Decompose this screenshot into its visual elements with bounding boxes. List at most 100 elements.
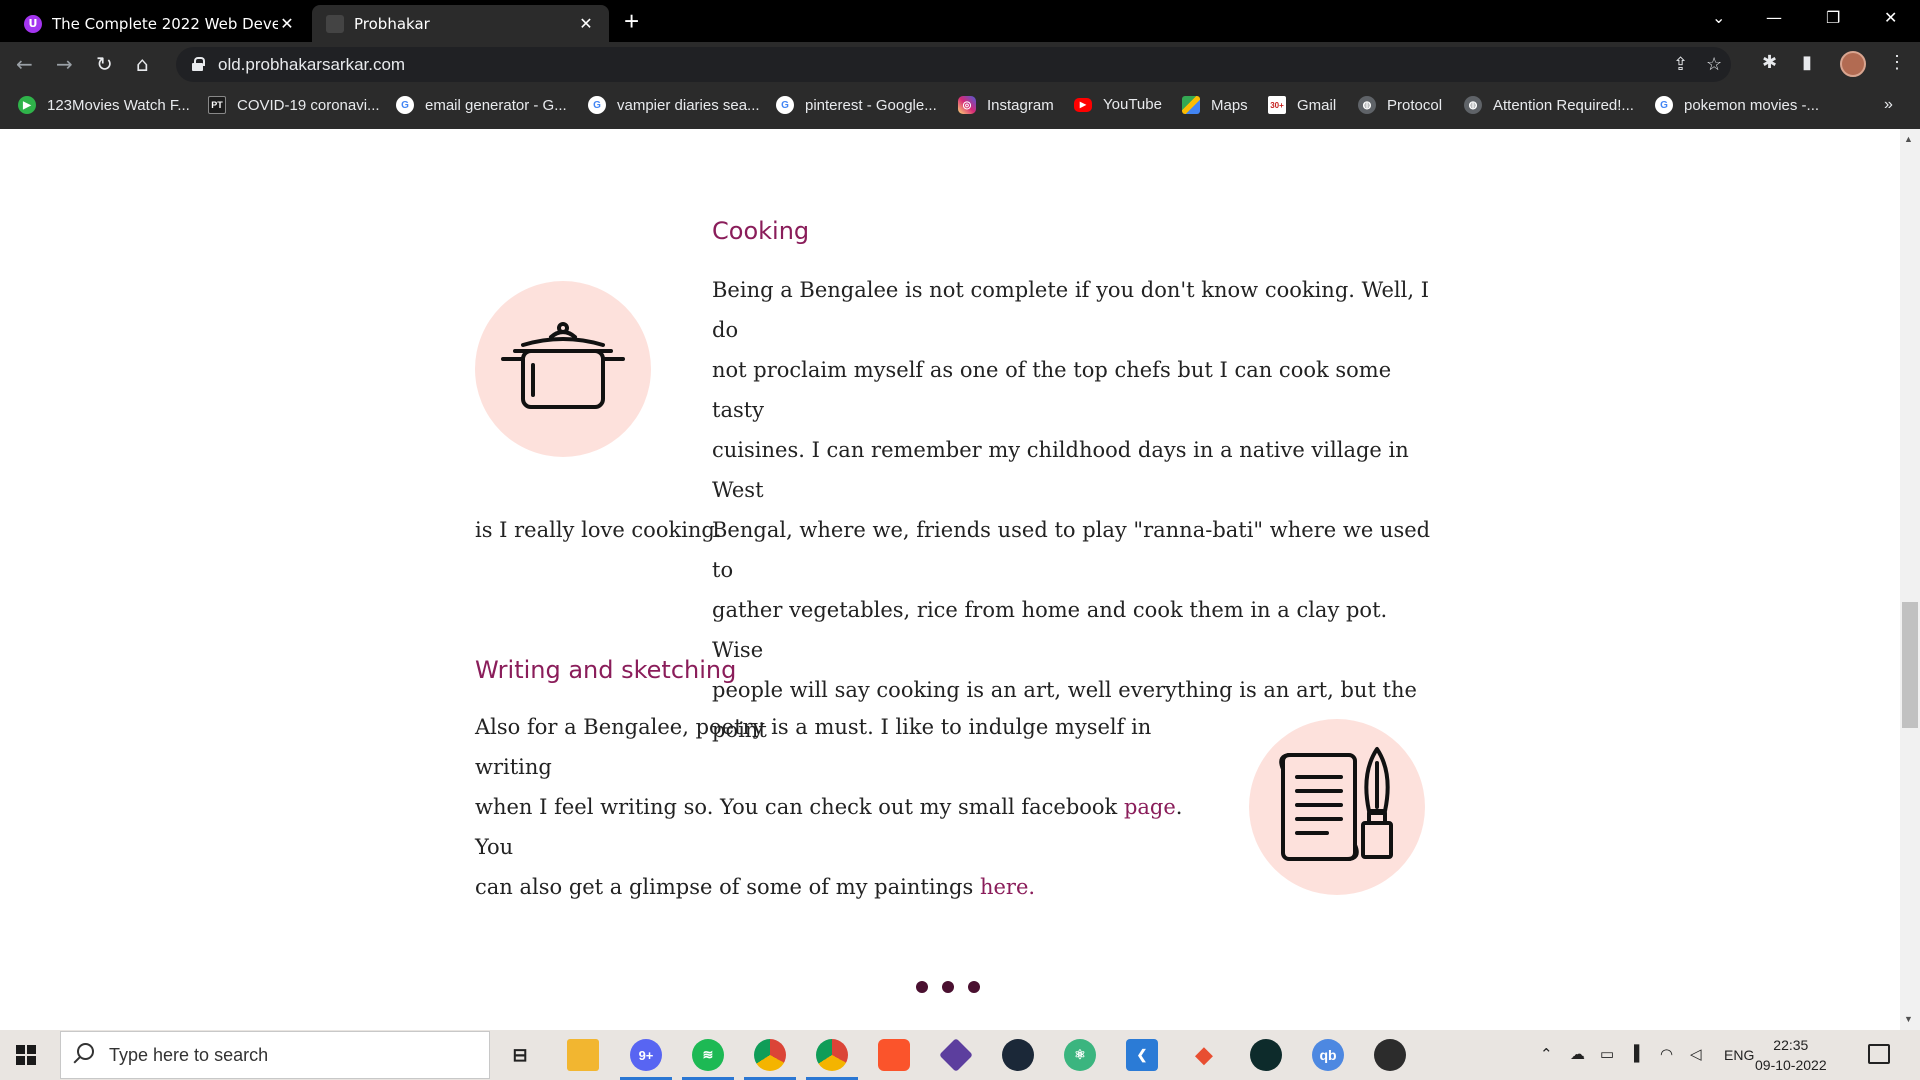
line-text: can also get a glimpse of some of my pai…: [475, 875, 980, 899]
google-icon: G: [776, 96, 794, 114]
clock[interactable]: 22:35 09-10-2022: [1755, 1035, 1827, 1075]
lock-icon[interactable]: [192, 57, 205, 71]
bookmark-item[interactable]: ◍ Attention Required!...: [1464, 96, 1634, 114]
bookmark-item[interactable]: G email generator - G...: [396, 96, 567, 114]
chrome-icon[interactable]: [816, 1039, 848, 1071]
microphone-icon[interactable]: ▌: [1634, 1045, 1645, 1062]
bookmark-item[interactable]: Maps: [1182, 96, 1248, 114]
bookmark-label: YouTube: [1103, 96, 1162, 113]
qbittorrent-icon[interactable]: qb: [1312, 1039, 1344, 1071]
spotify-icon[interactable]: ≋: [692, 1039, 724, 1071]
loading-dots: [916, 981, 980, 993]
maps-icon: [1182, 96, 1200, 114]
task-view-icon[interactable]: ⊟: [504, 1039, 536, 1071]
udemy-icon: U: [24, 14, 42, 33]
gmail-icon: 30+: [1268, 96, 1286, 114]
chevron-up-icon[interactable]: ⌃: [1540, 1045, 1553, 1063]
onedrive-icon[interactable]: ☁: [1570, 1045, 1585, 1063]
home-icon[interactable]: ⌂: [136, 52, 149, 76]
battery-icon[interactable]: ▭: [1600, 1045, 1614, 1063]
brave-icon[interactable]: [878, 1039, 910, 1071]
side-panel-icon[interactable]: ▮: [1802, 52, 1812, 73]
git-icon[interactable]: ◆: [1188, 1039, 1220, 1071]
bookmark-item[interactable]: G pokemon movies -...: [1655, 96, 1819, 114]
steam-icon[interactable]: [1002, 1039, 1034, 1071]
forward-icon[interactable]: →: [56, 52, 73, 76]
bookmark-label: Attention Required!...: [1493, 96, 1634, 114]
close-icon[interactable]: ✕: [577, 14, 595, 33]
bookmark-label: email generator - G...: [425, 96, 567, 114]
bookmark-item[interactable]: PT COVID-19 coronavi...: [208, 96, 380, 114]
cooking-paragraph-lines: Being a Bengalee is not complete if you …: [712, 270, 1432, 750]
page-content: Cooking Being a Bengalee is not complete…: [0, 129, 1900, 1030]
extensions-icon[interactable]: ✱: [1762, 52, 1777, 73]
paragraph-line: is I really love cooking.: [475, 518, 722, 542]
tab-bar: U The Complete 2022 Web Develop ✕ Probha…: [0, 0, 1920, 42]
scroll-up-icon[interactable]: ▲: [1904, 134, 1913, 144]
bookmark-label: Gmail: [1297, 96, 1337, 114]
close-icon[interactable]: ✕: [278, 14, 296, 33]
volume-icon[interactable]: ◁: [1690, 1045, 1702, 1063]
cooking-icon-circle: [475, 281, 651, 457]
file-explorer-icon[interactable]: [567, 1039, 599, 1071]
back-icon[interactable]: ←: [16, 52, 33, 76]
bookmark-item[interactable]: 30+ Gmail: [1268, 96, 1336, 114]
menu-icon[interactable]: ⋮: [1888, 52, 1906, 73]
scroll-down-icon[interactable]: ▼: [1904, 1014, 1913, 1024]
instagram-icon: ◎: [958, 96, 976, 114]
avatar[interactable]: [1840, 51, 1866, 77]
app-icon[interactable]: [1250, 1039, 1282, 1071]
discord-icon[interactable]: 9+: [630, 1039, 662, 1071]
clock-time: 22:35: [1773, 1037, 1809, 1053]
tab-title: Probhakar: [354, 14, 430, 33]
share-icon[interactable]: ⇪: [1673, 54, 1688, 75]
app-icon[interactable]: [939, 1038, 973, 1072]
vscode-icon[interactable]: ❮: [1126, 1039, 1158, 1071]
bookmark-item[interactable]: G pinterest - Google...: [776, 96, 937, 114]
paragraph-line: can also get a glimpse of some of my pai…: [475, 867, 1215, 907]
dot: [968, 981, 980, 993]
tab-search-icon[interactable]: ⌄: [1712, 8, 1725, 27]
bookmark-item[interactable]: ▶ YouTube: [1074, 96, 1162, 113]
wifi-icon[interactable]: ◠: [1660, 1045, 1673, 1063]
tab-udemy[interactable]: U The Complete 2022 Web Develop ✕: [10, 5, 310, 42]
paragraph-line: cuisines. I can remember my childhood da…: [712, 438, 1409, 502]
scrollbar[interactable]: [1900, 129, 1920, 1030]
tab-probhakar[interactable]: Probhakar ✕: [312, 5, 609, 42]
reload-icon[interactable]: ↻: [96, 52, 113, 76]
paintings-link[interactable]: here.: [980, 875, 1035, 899]
new-tab-button[interactable]: +: [624, 8, 639, 34]
chrome-icon[interactable]: [754, 1039, 786, 1071]
language-indicator[interactable]: ENG: [1724, 1047, 1754, 1063]
section-title-writing: Writing and sketching: [475, 656, 737, 684]
bookmark-item[interactable]: G vampier diaries sea...: [588, 96, 760, 114]
close-window-button[interactable]: ✕: [1884, 8, 1897, 27]
bookmark-item[interactable]: ◍ Protocol: [1358, 96, 1442, 114]
bookmark-label: pinterest - Google...: [805, 96, 937, 114]
notification-icon[interactable]: [1868, 1044, 1890, 1064]
minimize-button[interactable]: —: [1766, 8, 1782, 27]
chevron-right-icon[interactable]: »: [1884, 96, 1893, 114]
clock-date: 09-10-2022: [1755, 1057, 1827, 1073]
omnibox[interactable]: old.probhakarsarkar.com ⇪ ☆: [176, 47, 1731, 82]
obs-icon[interactable]: [1374, 1039, 1406, 1071]
atom-icon[interactable]: ⚛: [1064, 1039, 1096, 1071]
writing-icon-circle: [1249, 719, 1425, 895]
scrollbar-thumb[interactable]: [1902, 602, 1918, 728]
url-text[interactable]: old.probhakarsarkar.com: [218, 55, 405, 75]
windows-start-icon[interactable]: [16, 1045, 36, 1065]
taskbar-search-input[interactable]: Type here to search: [60, 1031, 490, 1079]
restore-button[interactable]: ❐: [1826, 8, 1840, 27]
bookmark-star-icon[interactable]: ☆: [1706, 54, 1722, 75]
facebook-page-link[interactable]: page: [1124, 795, 1176, 819]
cooking-pot-icon: [501, 322, 625, 409]
bookmark-item[interactable]: ◎ Instagram: [958, 96, 1054, 114]
taskbar: Type here to search ⊟ 9+ ≋ ⚛ ❮ ◆ qb ⌃ ☁ …: [0, 1030, 1920, 1080]
bookmark-item[interactable]: ▶ 123Movies Watch F...: [18, 96, 190, 114]
google-icon: G: [588, 96, 606, 114]
bookmarks-bar: ▶ 123Movies Watch F... PT COVID-19 coron…: [0, 87, 1920, 129]
paragraph-line: Also for a Bengalee, poetry is a must. I…: [475, 715, 1152, 779]
paragraph-line: Bengal, where we, friends used to play "…: [712, 518, 1431, 582]
address-bar: ← → ↻ ⌂ old.probhakarsarkar.com ⇪ ☆ ✱ ▮ …: [0, 42, 1920, 87]
scroll-quill-icon: [1279, 747, 1393, 861]
